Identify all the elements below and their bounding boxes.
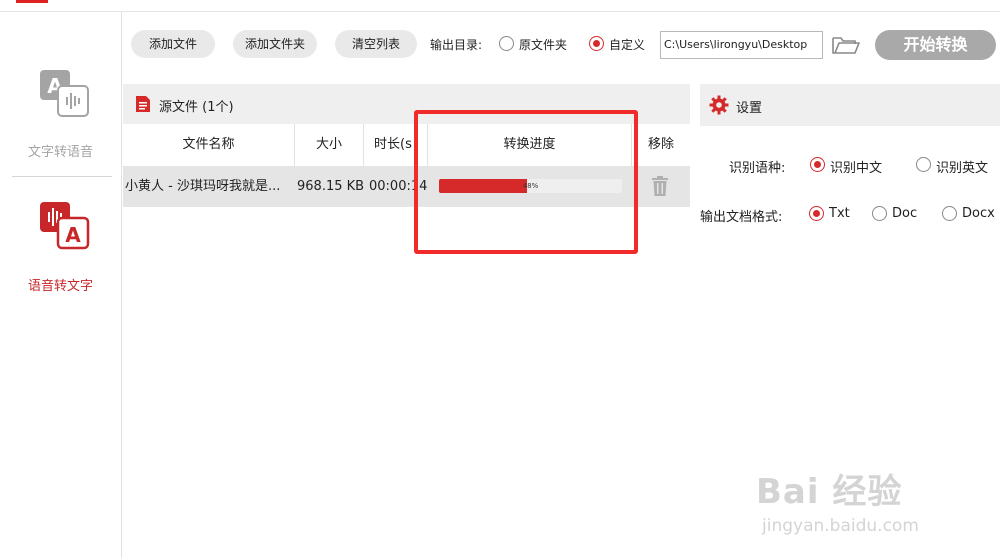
start-convert-button[interactable]: 开始转换	[875, 30, 996, 60]
text-to-speech-icon: A	[40, 70, 89, 117]
speech-to-text-icon: A	[40, 202, 90, 250]
add-file-button[interactable]: 添加文件	[131, 30, 215, 58]
watermark-logo-text: Bai 经验	[756, 472, 903, 512]
output-format-label: 输出文档格式:	[700, 210, 783, 225]
file-name-cell: 小黄人 - 沙琪玛呀我就是...	[125, 179, 281, 194]
column-header-remove: 移除	[632, 124, 690, 166]
baidu-watermark: Bai 经验 jingyan.baidu.com	[744, 464, 994, 544]
radio-chinese-label: 识别中文	[830, 161, 883, 176]
folder-open-icon[interactable]	[831, 34, 861, 56]
column-header-name: 文件名称	[123, 124, 295, 166]
radio-docx-label: Docx	[962, 206, 995, 221]
radio-txt-label: Txt	[829, 206, 850, 221]
clear-list-button[interactable]: 清空列表	[335, 30, 417, 58]
add-folder-button[interactable]: 添加文件夹	[233, 30, 317, 58]
gear-icon	[709, 95, 729, 115]
trash-icon[interactable]	[651, 176, 669, 197]
radio-source-folder[interactable]	[499, 36, 514, 51]
radio-doc-label: Doc	[892, 206, 918, 221]
radio-docx[interactable]	[942, 206, 957, 221]
sidebar: A 文字转语音 A 语音转文字	[0, 12, 122, 558]
settings-header: 设置	[700, 84, 1000, 126]
file-panel-title: 源文件 (1个)	[159, 100, 234, 115]
sidebar-divider	[12, 176, 112, 177]
progress-highlight-box	[414, 110, 638, 254]
radio-english-label: 识别英文	[936, 161, 989, 176]
settings-title: 设置	[736, 101, 763, 116]
radio-doc[interactable]	[872, 206, 887, 221]
watermark-url: jingyan.baidu.com	[762, 516, 919, 536]
top-divider	[0, 11, 1000, 12]
column-header-size: 大小	[295, 124, 364, 166]
recognition-language-label: 识别语种:	[729, 161, 786, 176]
radio-txt[interactable]	[809, 206, 824, 221]
file-size-cell: 968.15 KB	[297, 179, 365, 194]
radio-english[interactable]	[916, 157, 931, 172]
document-icon	[136, 96, 150, 112]
radio-custom[interactable]	[589, 36, 604, 51]
output-dir-label: 输出目录:	[430, 38, 483, 52]
sidebar-item-label: 文字转语音	[27, 145, 93, 160]
svg-text:A: A	[65, 223, 81, 247]
sidebar-item-text-to-speech[interactable]: A 文字转语音	[0, 70, 121, 170]
radio-source-folder-label: 原文件夹	[519, 38, 568, 52]
sidebar-item-label: 语音转文字	[27, 279, 93, 294]
output-path-input[interactable]: C:\Users\lirongyu\Desktop	[660, 31, 823, 59]
sidebar-item-speech-to-text[interactable]: A 语音转文字	[0, 202, 121, 302]
app-corner-mark	[16, 0, 48, 3]
radio-chinese[interactable]	[810, 157, 825, 172]
radio-custom-label: 自定义	[609, 38, 646, 52]
